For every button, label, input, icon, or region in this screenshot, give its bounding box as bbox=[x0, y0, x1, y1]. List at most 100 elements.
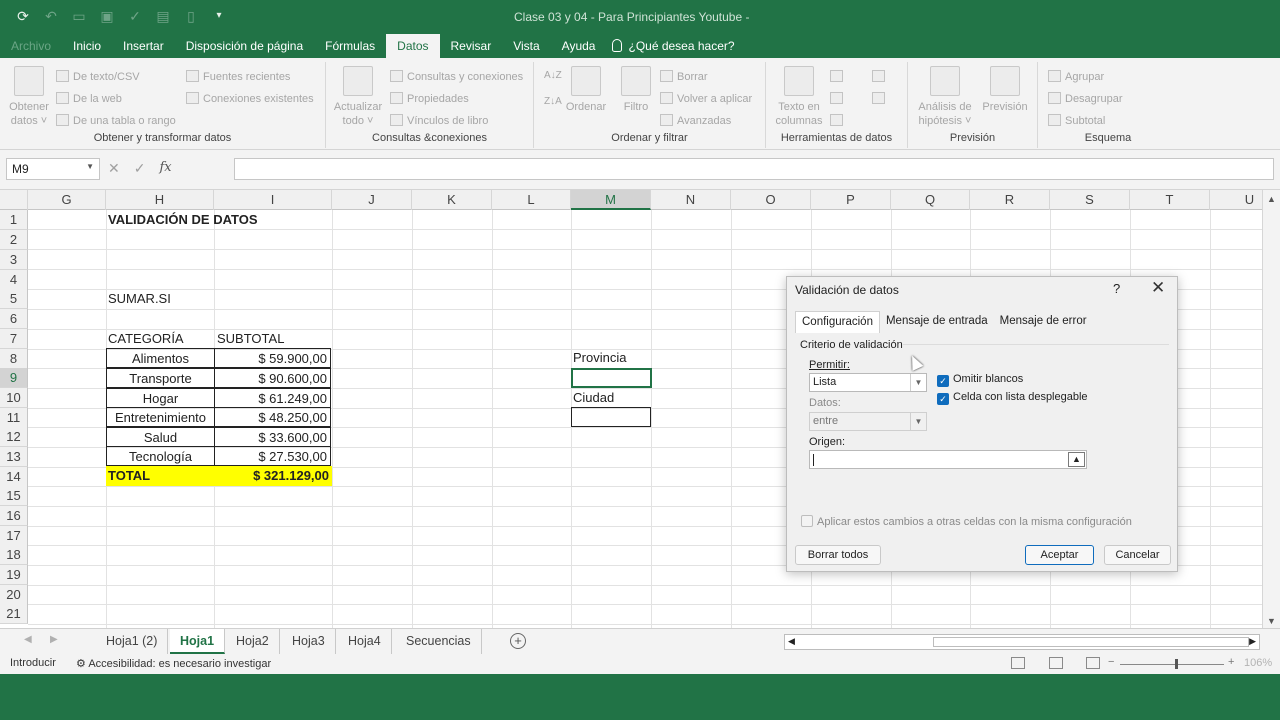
chevron-down-icon[interactable]: ▼ bbox=[86, 162, 94, 171]
table-cell-value[interactable]: $ 61.249,00 bbox=[214, 388, 331, 408]
row-header[interactable]: 10 bbox=[0, 388, 28, 408]
row-header[interactable]: 6 bbox=[0, 309, 28, 329]
col-header-k[interactable]: K bbox=[412, 190, 492, 210]
normal-view-icon[interactable] bbox=[1011, 657, 1025, 669]
horizontal-scrollbar[interactable]: ◀ ▶ bbox=[784, 634, 1260, 650]
help-icon[interactable]: ? bbox=[1113, 281, 1120, 296]
open-icon[interactable]: ▭ bbox=[70, 7, 88, 25]
sort-az-icon[interactable]: A↓Z bbox=[544, 70, 562, 88]
autosave-icon[interactable]: ⟳ bbox=[14, 7, 32, 25]
row-header[interactable]: 20 bbox=[0, 585, 28, 605]
obtener-datos-button[interactable]: Obtener datos ˅ bbox=[6, 66, 52, 128]
zoom-out-icon[interactable]: − bbox=[1108, 656, 1114, 668]
table-cell-category[interactable]: Entretenimiento bbox=[106, 407, 215, 427]
cell-i7-header[interactable]: SUBTOTAL bbox=[217, 329, 327, 349]
save-icon[interactable]: ▣ bbox=[98, 7, 116, 25]
consolidate-icon[interactable] bbox=[872, 68, 889, 86]
apply-all-checkbox[interactable]: Aplicar estos cambios a otras celdas con… bbox=[801, 515, 1132, 528]
scroll-thumb[interactable] bbox=[933, 637, 1249, 647]
table-cell-value[interactable]: $ 48.250,00 bbox=[214, 407, 331, 427]
col-header-s[interactable]: S bbox=[1050, 190, 1130, 210]
tab-archivo[interactable]: Archivo bbox=[0, 34, 62, 58]
formula-input[interactable] bbox=[234, 158, 1274, 180]
cell-h7-header[interactable]: CATEGORÍA bbox=[108, 329, 212, 349]
de-tabla-rango-button[interactable]: De una tabla o rango bbox=[56, 112, 176, 130]
new-icon[interactable]: ▯ bbox=[182, 7, 200, 25]
total-label-cell[interactable]: TOTAL bbox=[106, 466, 214, 486]
col-header-m[interactable]: M bbox=[571, 190, 651, 210]
scroll-left-icon[interactable]: ◀ bbox=[788, 636, 795, 647]
allow-select[interactable]: Lista ▼ bbox=[809, 373, 927, 392]
customize-qat-icon[interactable]: ▾ bbox=[210, 7, 228, 25]
insert-function-icon[interactable]: fx bbox=[159, 160, 171, 177]
zoom-level[interactable]: 106% bbox=[1244, 657, 1272, 669]
consultas-conexiones-button[interactable]: Consultas y conexiones bbox=[390, 68, 523, 86]
next-sheet-icon[interactable]: ▶ bbox=[50, 634, 58, 645]
sheet-tab-hoja4[interactable]: Hoja4 bbox=[338, 629, 392, 654]
flash-fill-icon[interactable] bbox=[830, 68, 847, 86]
table-cell-category[interactable]: Transporte bbox=[106, 368, 215, 388]
col-header-i[interactable]: I bbox=[214, 190, 332, 210]
scroll-right-icon[interactable]: ▶ bbox=[1249, 636, 1256, 647]
row-header[interactable]: 7 bbox=[0, 329, 28, 349]
actualizar-todo-button[interactable]: Actualizar todo ˅ bbox=[332, 66, 384, 128]
col-header-p[interactable]: P bbox=[811, 190, 891, 210]
tab-insertar[interactable]: Insertar bbox=[112, 34, 175, 58]
spellcheck-icon[interactable]: ✓ bbox=[126, 7, 144, 25]
chevron-down-icon[interactable]: ▼ bbox=[910, 374, 926, 391]
select-all-corner[interactable] bbox=[0, 190, 28, 210]
de-la-web-button[interactable]: De la web bbox=[56, 90, 122, 108]
row-header[interactable]: 14 bbox=[0, 467, 28, 487]
col-header-h[interactable]: H bbox=[106, 190, 214, 210]
table-cell-value[interactable]: $ 33.600,00 bbox=[214, 427, 331, 447]
row-header[interactable]: 9 bbox=[0, 368, 28, 388]
conexiones-existentes-button[interactable]: Conexiones existentes bbox=[186, 90, 314, 108]
remove-duplicates-icon[interactable] bbox=[830, 90, 847, 108]
table-cell-category[interactable]: Salud bbox=[106, 427, 215, 447]
prev-sheet-icon[interactable]: ◀ bbox=[24, 634, 32, 645]
table-cell-category[interactable]: Tecnología bbox=[106, 446, 215, 466]
col-header-l[interactable]: L bbox=[492, 190, 571, 210]
zoom-slider[interactable] bbox=[1120, 664, 1224, 665]
borrar-filtro-button[interactable]: Borrar bbox=[660, 68, 708, 86]
row-header[interactable]: 21 bbox=[0, 604, 28, 624]
cell-h1-title[interactable]: VALIDACIÓN DE DATOS bbox=[108, 210, 328, 230]
ordenar-button[interactable]: Ordenar bbox=[564, 66, 608, 114]
sheet-tab-hoja3[interactable]: Hoja3 bbox=[282, 629, 336, 654]
de-texto-csv-button[interactable]: De texto/CSV bbox=[56, 68, 140, 86]
sheet-tab-hoja2[interactable]: Hoja2 bbox=[226, 629, 280, 654]
sheet-tab-hoja1-2[interactable]: Hoja1 (2) bbox=[96, 629, 169, 654]
col-header-u[interactable]: U bbox=[1210, 190, 1262, 210]
table-cell-value[interactable]: $ 27.530,00 bbox=[214, 446, 331, 466]
ok-button[interactable]: Aceptar bbox=[1025, 545, 1094, 565]
zoom-slider-knob[interactable] bbox=[1175, 659, 1178, 669]
row-header[interactable]: 3 bbox=[0, 250, 28, 270]
table-cell-value[interactable]: $ 59.900,00 bbox=[214, 348, 331, 368]
table-cell-category[interactable]: Alimentos bbox=[106, 348, 215, 368]
relationships-icon[interactable] bbox=[872, 90, 889, 108]
col-header-t[interactable]: T bbox=[1130, 190, 1210, 210]
vinculos-libro-button[interactable]: Vínculos de libro bbox=[390, 112, 488, 130]
sort-za-icon[interactable]: Z↓A bbox=[544, 96, 562, 114]
col-header-o[interactable]: O bbox=[731, 190, 811, 210]
ignore-blank-checkbox[interactable]: ✓ Omitir blancos bbox=[937, 373, 1023, 387]
scroll-up-icon[interactable]: ▲ bbox=[1267, 194, 1276, 204]
tab-formulas[interactable]: Fórmulas bbox=[314, 34, 386, 58]
vertical-scrollbar[interactable]: ▲ ▼ bbox=[1262, 190, 1280, 628]
page-layout-view-icon[interactable] bbox=[1049, 657, 1063, 669]
tab-revisar[interactable]: Revisar bbox=[440, 34, 503, 58]
tab-mensaje-entrada[interactable]: Mensaje de entrada bbox=[880, 311, 994, 333]
zoom-in-icon[interactable]: + bbox=[1228, 656, 1234, 668]
texto-en-columnas-button[interactable]: Texto en columnas bbox=[774, 66, 824, 128]
subtotal-button[interactable]: Subtotal bbox=[1048, 112, 1105, 130]
cancel-entry-icon[interactable]: ✕ bbox=[108, 160, 120, 177]
analisis-hipotesis-button[interactable]: Análisis de hipótesis ˅ bbox=[914, 66, 976, 128]
row-header[interactable]: 8 bbox=[0, 349, 28, 369]
accessibility-status[interactable]: ⚙ Accesibilidad: es necesario investigar bbox=[76, 657, 271, 670]
total-value-cell[interactable]: $ 321.129,00 bbox=[214, 466, 332, 486]
volver-aplicar-button[interactable]: Volver a aplicar bbox=[660, 90, 752, 108]
row-header[interactable]: 15 bbox=[0, 486, 28, 506]
filtro-button[interactable]: Filtro bbox=[616, 66, 656, 114]
row-header[interactable]: 19 bbox=[0, 565, 28, 585]
page-break-view-icon[interactable] bbox=[1086, 657, 1100, 669]
